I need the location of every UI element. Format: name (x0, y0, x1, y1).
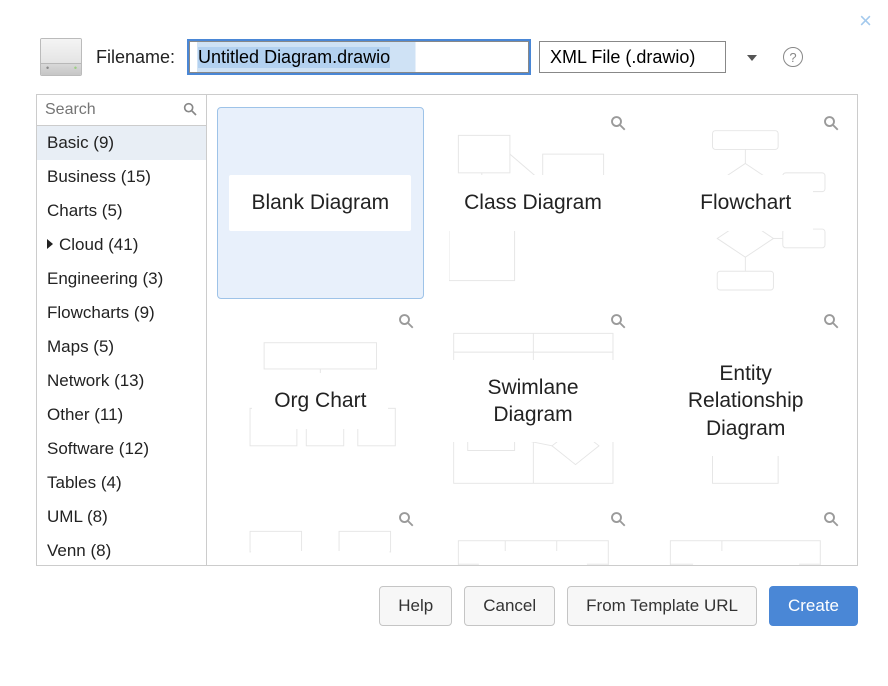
main-area: Basic (9) Business (15) Charts (5) Cloud (4… (36, 94, 858, 566)
category-label: Basic (9) (47, 133, 114, 152)
category-item[interactable]: Venn (8) (37, 534, 206, 565)
template-label: Flowchart (678, 175, 813, 230)
template-card[interactable]: Sequence (217, 503, 424, 565)
category-item[interactable]: Basic (9) (37, 126, 206, 160)
close-icon[interactable]: × (859, 10, 872, 32)
category-item[interactable]: Flowcharts (9) (37, 296, 206, 330)
category-label: Flowcharts (9) (47, 303, 155, 322)
chevron-right-icon (47, 239, 53, 249)
category-label: Business (15) (47, 167, 151, 186)
magnify-icon[interactable] (609, 510, 627, 528)
cancel-button[interactable]: Cancel (464, 586, 555, 626)
create-button[interactable]: Create (769, 586, 858, 626)
category-item[interactable]: Maps (5) (37, 330, 206, 364)
magnify-icon[interactable] (397, 312, 415, 330)
template-label: Entity Relationship Diagram (661, 346, 831, 456)
template-card[interactable]: Swimlane Diagram (430, 305, 637, 497)
magnify-icon[interactable] (822, 312, 840, 330)
template-label: Sequence (251, 551, 390, 565)
magnify-icon[interactable] (822, 510, 840, 528)
filename-label: Filename: (96, 47, 175, 68)
category-label: Tables (4) (47, 473, 122, 492)
search-input[interactable] (37, 95, 206, 125)
template-label: Class Diagram (442, 175, 624, 230)
category-item[interactable]: Engineering (3) (37, 262, 206, 296)
category-label: Venn (8) (47, 541, 111, 560)
disk-icon (40, 38, 82, 76)
magnify-icon[interactable] (822, 114, 840, 132)
template-card[interactable]: Org Chart (217, 305, 424, 497)
sidebar: Basic (9) Business (15) Charts (5) Cloud (4… (37, 95, 207, 565)
template-label: Cross- (693, 551, 799, 565)
category-label: Maps (5) (47, 337, 114, 356)
category-item[interactable]: Network (13) (37, 364, 206, 398)
category-item[interactable]: Business (15) (37, 160, 206, 194)
template-card[interactable]: Simple (430, 503, 637, 565)
help-icon[interactable]: ? (783, 47, 803, 67)
category-item[interactable]: Charts (5) (37, 194, 206, 228)
help-button[interactable]: Help (379, 586, 452, 626)
category-item[interactable]: Tables (4) (37, 466, 206, 500)
template-card[interactable]: Blank Diagram (217, 107, 424, 299)
from-template-url-button[interactable]: From Template URL (567, 586, 757, 626)
search-icon (182, 101, 198, 117)
template-label: Swimlane Diagram (431, 360, 636, 443)
category-label: Charts (5) (47, 201, 123, 220)
category-label: Network (13) (47, 371, 144, 390)
file-type-select[interactable]: XML File (.drawio) (539, 41, 726, 73)
magnify-icon[interactable] (397, 510, 415, 528)
template-label: Blank Diagram (229, 175, 411, 230)
category-label: Engineering (3) (47, 269, 163, 288)
template-card[interactable]: Entity Relationship Diagram (642, 305, 849, 497)
magnify-icon[interactable] (609, 114, 627, 132)
template-label: Simple (479, 551, 587, 565)
template-card[interactable]: Cross- (642, 503, 849, 565)
category-item[interactable]: Other (11) (37, 398, 206, 432)
filename-input[interactable] (189, 41, 529, 73)
category-label: Software (12) (47, 439, 149, 458)
category-label: UML (8) (47, 507, 108, 526)
template-label: Org Chart (252, 373, 388, 428)
template-card[interactable]: Flowchart (642, 107, 849, 299)
category-item[interactable]: Software (12) (37, 432, 206, 466)
template-grid: Blank Diagram Class Diagram Flowchart Org C… (207, 95, 857, 565)
category-label: Other (11) (47, 405, 123, 424)
top-bar: Filename: XML File (.drawio) ? (0, 0, 888, 94)
category-label: Cloud (41) (59, 235, 138, 254)
footer: Help Cancel From Template URL Create (0, 566, 888, 626)
category-item[interactable]: UML (8) (37, 500, 206, 534)
magnify-icon[interactable] (609, 312, 627, 330)
template-card[interactable]: Class Diagram (430, 107, 637, 299)
category-list: Basic (9) Business (15) Charts (5) Cloud (4… (37, 126, 206, 565)
category-item[interactable]: Cloud (41) (37, 228, 206, 262)
